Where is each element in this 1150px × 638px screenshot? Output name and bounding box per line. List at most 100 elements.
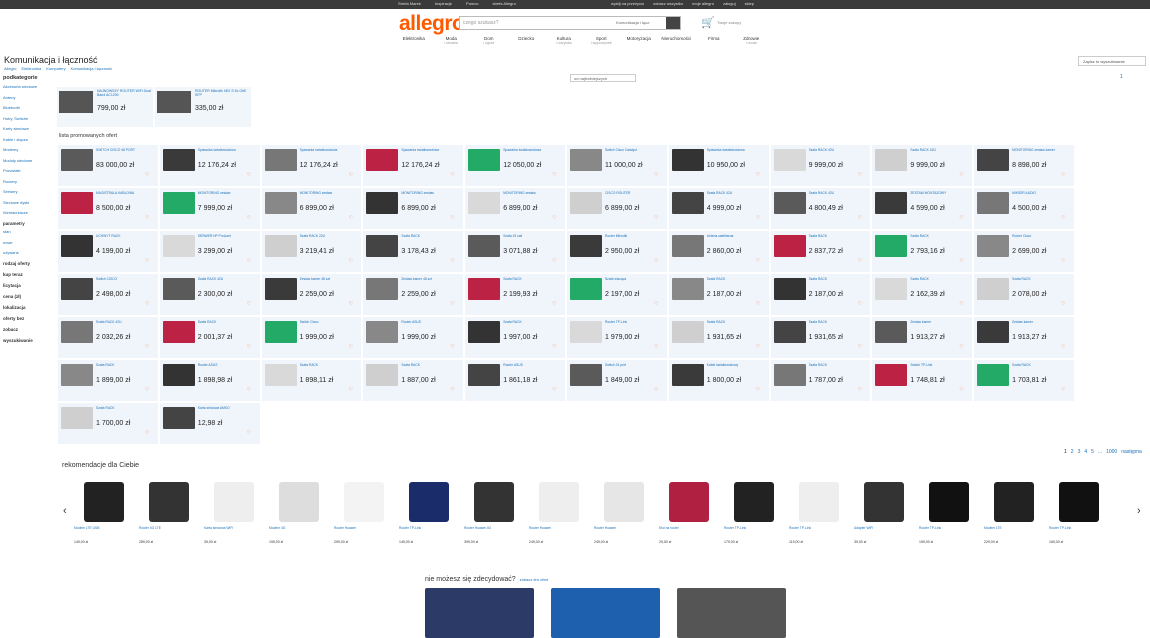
product-title[interactable]: Karta sieciowa AMSO bbox=[198, 406, 258, 418]
product-image[interactable] bbox=[734, 482, 774, 522]
product-image[interactable] bbox=[59, 91, 93, 113]
category-5[interactable]: Sport i wypoczynek bbox=[583, 36, 621, 45]
product-image[interactable] bbox=[468, 321, 501, 343]
product-image[interactable] bbox=[468, 235, 501, 257]
product-image[interactable] bbox=[468, 192, 501, 214]
heart-icon[interactable]: ♡ bbox=[756, 301, 760, 307]
product-image[interactable] bbox=[162, 407, 195, 429]
offer-card[interactable]: MONITORING zestaw 7 999,00 zł ♡ bbox=[158, 187, 261, 230]
allegro-logo[interactable]: allegro bbox=[399, 12, 465, 36]
product-title[interactable]: MONITORING zestaw bbox=[401, 191, 461, 203]
product-title[interactable]: Zestaw kamer 48 szt bbox=[300, 277, 360, 289]
product-image[interactable] bbox=[366, 235, 399, 257]
product-image[interactable] bbox=[773, 235, 806, 257]
product-title[interactable]: Router Huawei bbox=[594, 526, 654, 530]
product-title[interactable]: Antena satelitarna bbox=[707, 234, 767, 246]
product-title[interactable]: Szafa RACK bbox=[198, 320, 258, 332]
offer-card[interactable]: Szafa RACK 1 700,00 zł ♡ bbox=[57, 402, 159, 445]
product-image[interactable] bbox=[157, 91, 191, 113]
product-image[interactable] bbox=[162, 364, 195, 386]
heart-icon[interactable]: ♡ bbox=[756, 258, 760, 264]
product-image[interactable] bbox=[264, 321, 297, 343]
offer-card[interactable]: Szafa RACK 1 931,65 zł ♡ bbox=[769, 316, 872, 359]
product-image[interactable] bbox=[214, 482, 254, 522]
category-9[interactable]: Zdrowie i uroda bbox=[733, 36, 771, 45]
heart-icon[interactable]: ♡ bbox=[959, 301, 963, 307]
product-image[interactable] bbox=[875, 321, 908, 343]
product-image[interactable] bbox=[264, 364, 297, 386]
product-title[interactable]: Router TP-Link bbox=[605, 320, 665, 332]
recommendation-card[interactable]: Router Huawei 249,00 zł bbox=[527, 478, 590, 548]
page-link[interactable]: 3 bbox=[1078, 449, 1081, 455]
sidebar-item[interactable]: Serwery bbox=[3, 189, 53, 194]
product-image[interactable] bbox=[875, 192, 908, 214]
topbar-link[interactable]: wyślij na przeżyciu bbox=[611, 1, 644, 6]
product-title[interactable]: Szafa RACK bbox=[707, 277, 767, 289]
offer-card[interactable]: Szafa RACK 1 887,00 zł ♡ bbox=[362, 359, 465, 402]
product-title[interactable]: MONITORING zestaw kamer bbox=[1012, 148, 1072, 160]
heart-icon[interactable]: ♡ bbox=[1061, 344, 1065, 350]
heart-icon[interactable]: ♡ bbox=[145, 387, 149, 393]
heart-icon[interactable]: ♡ bbox=[959, 172, 963, 178]
offer-card[interactable]: Karta sieciowa AMSO 12,98 zł ♡ bbox=[158, 402, 261, 445]
offer-card[interactable]: Spawarka światłowodowa 12 176,24 zł ♡ bbox=[260, 144, 363, 187]
product-title[interactable]: Switch Cisco bbox=[300, 320, 360, 332]
heart-icon[interactable]: ♡ bbox=[145, 430, 149, 436]
recommendation-card[interactable]: Router Huawei 4G 399,00 zł bbox=[462, 478, 525, 548]
offer-card[interactable]: Szafa RACK 1 703,81 zł ♡ bbox=[973, 359, 1075, 402]
heart-icon[interactable]: ♡ bbox=[1061, 258, 1065, 264]
offer-card[interactable]: Szafa RACK 42U 4 800,49 zł ♡ bbox=[769, 187, 872, 230]
product-title[interactable]: Router Cisco bbox=[1012, 234, 1072, 246]
product-image[interactable] bbox=[569, 192, 602, 214]
heart-icon[interactable]: ♡ bbox=[552, 172, 556, 178]
topbar-link[interactable]: zobacz wszystko bbox=[653, 1, 683, 6]
cart-icon[interactable]: 🛒 bbox=[701, 16, 715, 29]
heart-icon[interactable]: ♡ bbox=[450, 215, 454, 221]
heart-icon[interactable]: ♡ bbox=[858, 344, 862, 350]
search-button[interactable] bbox=[666, 17, 680, 29]
offer-card[interactable]: Antena satelitarna 2 860,00 zł ♡ bbox=[667, 230, 770, 273]
heart-icon[interactable]: ♡ bbox=[959, 258, 963, 264]
product-image[interactable] bbox=[162, 192, 195, 214]
product-image[interactable] bbox=[61, 235, 93, 257]
product-image[interactable] bbox=[569, 149, 602, 171]
product-image[interactable] bbox=[366, 149, 399, 171]
product-image[interactable] bbox=[604, 482, 644, 522]
heart-icon[interactable]: ♡ bbox=[145, 172, 149, 178]
category-4[interactable]: Kultura i rozrywka bbox=[545, 36, 583, 45]
product-title[interactable]: MONITORING zestaw bbox=[503, 191, 563, 203]
product-title[interactable]: Szafa RACK bbox=[910, 234, 970, 246]
heart-icon[interactable]: ♡ bbox=[247, 172, 251, 178]
page-link[interactable]: 1 bbox=[1064, 449, 1067, 455]
offer-card[interactable]: Szafa RACK 2 793,16 zł ♡ bbox=[871, 230, 974, 273]
product-image[interactable] bbox=[773, 192, 806, 214]
page-link[interactable]: ... bbox=[1098, 449, 1102, 455]
offer-card[interactable]: Router ASUS 1 898,98 zł ♡ bbox=[158, 359, 261, 402]
topbar-link[interactable]: sklep bbox=[745, 1, 754, 6]
heart-icon[interactable]: ♡ bbox=[858, 387, 862, 393]
page-link[interactable]: 2 bbox=[1071, 449, 1074, 455]
product-image[interactable] bbox=[149, 482, 189, 522]
product-title[interactable]: Modem LTE bbox=[984, 526, 1044, 530]
heart-icon[interactable]: ♡ bbox=[1061, 301, 1065, 307]
product-title[interactable]: Szafa RACK 42U bbox=[809, 191, 869, 203]
product-image[interactable] bbox=[773, 321, 806, 343]
product-title[interactable]: Szafa RACK bbox=[96, 406, 156, 418]
recommendation-card[interactable]: Etui na router 29,00 zł bbox=[657, 478, 720, 548]
product-title[interactable]: Spawarka światłowodowa bbox=[707, 148, 767, 160]
heart-icon[interactable]: ♡ bbox=[145, 215, 149, 221]
sidebar-item[interactable]: Wzmacniacze bbox=[3, 210, 53, 215]
heart-icon[interactable]: ♡ bbox=[858, 172, 862, 178]
offer-card[interactable]: Zestaw kamer 48 szt 2 259,00 zł ♡ bbox=[362, 273, 465, 316]
offer-card[interactable]: Zestaw kamer 1 913,27 zł ♡ bbox=[871, 316, 974, 359]
switch-image[interactable] bbox=[677, 588, 786, 638]
product-title[interactable]: Spawarka światłowodowa bbox=[503, 148, 563, 160]
page-link[interactable]: 1000 bbox=[1106, 449, 1117, 455]
heart-icon[interactable]: ♡ bbox=[349, 215, 353, 221]
offer-card[interactable]: Szafa RACK 2 199,93 zł ♡ bbox=[464, 273, 566, 316]
category-6[interactable]: Motoryzacja bbox=[620, 36, 658, 45]
heart-icon[interactable]: ♡ bbox=[756, 172, 760, 178]
recommendation-card[interactable]: Karta sieciowa WiFi 39,00 zł bbox=[202, 478, 265, 548]
recommendation-card[interactable]: Modem LTE 229,00 zł bbox=[982, 478, 1045, 548]
product-title[interactable]: MONITORING zestaw bbox=[300, 191, 360, 203]
